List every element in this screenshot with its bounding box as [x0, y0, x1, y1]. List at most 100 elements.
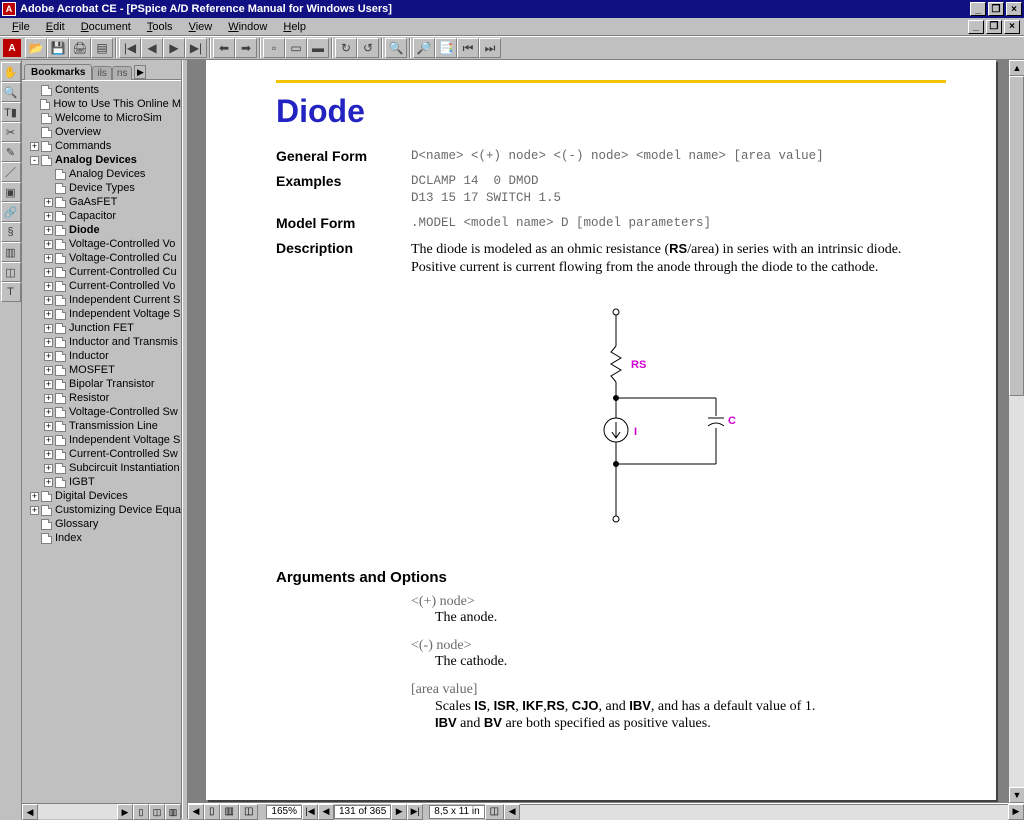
- web-results-button[interactable]: 📑: [435, 38, 457, 58]
- menu-document[interactable]: Document: [73, 20, 139, 34]
- tab-scroll-right-button[interactable]: ▶: [134, 65, 146, 79]
- layout-continuous-button[interactable]: ▥: [220, 804, 239, 820]
- bookmark-item[interactable]: +Junction FET: [24, 321, 181, 335]
- fit-width-button[interactable]: ▬: [307, 38, 329, 58]
- tab-thumbnails[interactable]: ils: [92, 66, 111, 80]
- zoom-field[interactable]: 165%: [266, 805, 302, 819]
- bookmark-item[interactable]: +Transmission Line: [24, 419, 181, 433]
- layout-single-button[interactable]: ▯: [204, 804, 220, 820]
- bookmarks-layout-1-button[interactable]: ▯: [133, 804, 149, 820]
- bookmark-item[interactable]: +Inductor and Transmis: [24, 335, 181, 349]
- tree-toggle[interactable]: +: [44, 464, 53, 473]
- zoom-tool-button[interactable]: 🔍: [1, 82, 21, 102]
- tree-toggle[interactable]: +: [44, 324, 53, 333]
- page-first-button[interactable]: |◀: [302, 804, 318, 820]
- bookmark-item[interactable]: +Bipolar Transistor: [24, 377, 181, 391]
- tree-toggle[interactable]: +: [44, 450, 53, 459]
- menu-tools[interactable]: Tools: [139, 20, 181, 34]
- tree-toggle[interactable]: +: [44, 240, 53, 249]
- note-tool-button[interactable]: ✎: [1, 142, 21, 162]
- tab-bookmarks[interactable]: Bookmarks: [24, 64, 92, 80]
- close-button[interactable]: ×: [1006, 2, 1022, 16]
- pencil-tool-button[interactable]: ／: [1, 162, 21, 182]
- tree-toggle[interactable]: +: [44, 282, 53, 291]
- hscroll-track[interactable]: [38, 804, 117, 819]
- bookmarks-layout-2-button[interactable]: ◫: [149, 804, 165, 820]
- web-prev-button[interactable]: ⏮: [457, 38, 479, 58]
- bookmark-item[interactable]: +Digital Devices: [24, 489, 181, 503]
- save-button[interactable]: 💾: [47, 38, 69, 58]
- tree-toggle[interactable]: +: [44, 422, 53, 431]
- mdi-close-button[interactable]: ×: [1004, 20, 1020, 34]
- tree-toggle[interactable]: +: [44, 436, 53, 445]
- bookmark-item[interactable]: Index: [24, 531, 181, 545]
- bookmarks-layout-3-button[interactable]: ▥: [165, 804, 181, 820]
- menu-view[interactable]: View: [181, 20, 221, 34]
- rotate-cw-button[interactable]: ↻: [335, 38, 357, 58]
- vscroll-track[interactable]: [1009, 76, 1024, 787]
- crop-tool-button[interactable]: ✂: [1, 122, 21, 142]
- bookmark-item[interactable]: Device Types: [24, 181, 181, 195]
- menu-edit[interactable]: Edit: [38, 20, 73, 34]
- open-button[interactable]: 📂: [25, 38, 47, 58]
- tree-toggle[interactable]: +: [30, 492, 39, 501]
- tree-toggle[interactable]: +: [30, 506, 39, 515]
- status-hscroll-track[interactable]: [520, 804, 1008, 820]
- page-field[interactable]: 131 of 365: [334, 805, 391, 819]
- hscroll-right-button[interactable]: ▶: [117, 804, 133, 820]
- bookmark-item[interactable]: Contents: [24, 83, 181, 97]
- vscroll-up-button[interactable]: ▲: [1009, 60, 1024, 76]
- menu-file[interactable]: File: [4, 20, 38, 34]
- bookmark-item[interactable]: +Subcircuit Instantiation: [24, 461, 181, 475]
- bookmark-item[interactable]: Analog Devices: [24, 167, 181, 181]
- bookmark-item[interactable]: +Independent Current S: [24, 293, 181, 307]
- vscroll-thumb[interactable]: [1009, 76, 1024, 396]
- bookmark-item[interactable]: +GaAsFET: [24, 195, 181, 209]
- bookmark-item[interactable]: +Independent Voltage S: [24, 307, 181, 321]
- mdi-restore-button[interactable]: ❐: [986, 20, 1002, 34]
- fit-page-button[interactable]: ▭: [285, 38, 307, 58]
- document-viewport[interactable]: Diode General Form D<name> <(+) node> <(…: [188, 60, 1008, 803]
- print-button[interactable]: 🖨: [69, 38, 91, 58]
- bookmark-item[interactable]: How to Use This Online M: [24, 97, 181, 111]
- bookmark-item[interactable]: +Current-Controlled Cu: [24, 265, 181, 279]
- maximize-button[interactable]: ❐: [988, 2, 1004, 16]
- size-units-button[interactable]: ◫: [485, 804, 504, 820]
- stamp-tool-button[interactable]: ▣: [1, 182, 21, 202]
- go-back-button[interactable]: ⬅: [213, 38, 235, 58]
- tree-toggle[interactable]: +: [44, 408, 53, 417]
- bookmark-item[interactable]: +IGBT: [24, 475, 181, 489]
- bookmark-item[interactable]: +Voltage-Controlled Sw: [24, 405, 181, 419]
- tree-toggle[interactable]: +: [44, 310, 53, 319]
- tree-toggle[interactable]: +: [44, 478, 53, 487]
- first-page-button[interactable]: |◀: [119, 38, 141, 58]
- find-button[interactable]: 🔍: [385, 38, 407, 58]
- bookmark-item[interactable]: -Analog Devices: [24, 153, 181, 167]
- web-search-button[interactable]: 🔎: [413, 38, 435, 58]
- bookmark-item[interactable]: +Voltage-Controlled Cu: [24, 251, 181, 265]
- bookmark-item[interactable]: +Independent Voltage S: [24, 433, 181, 447]
- tree-toggle[interactable]: +: [30, 142, 39, 151]
- bookmark-item[interactable]: +Current-Controlled Vo: [24, 279, 181, 293]
- mdi-minimize-button[interactable]: _: [968, 20, 984, 34]
- thread-tool-button[interactable]: §: [1, 222, 21, 242]
- tree-toggle[interactable]: +: [44, 366, 53, 375]
- tree-toggle[interactable]: +: [44, 352, 53, 361]
- bookmark-item[interactable]: +Commands: [24, 139, 181, 153]
- tree-toggle[interactable]: +: [44, 394, 53, 403]
- vertical-scrollbar[interactable]: ▲ ▼: [1008, 60, 1024, 803]
- menu-window[interactable]: Window: [220, 20, 275, 34]
- article-tool-button[interactable]: ◫: [1, 262, 21, 282]
- tree-toggle[interactable]: +: [44, 226, 53, 235]
- tree-toggle[interactable]: +: [44, 268, 53, 277]
- page-next-button[interactable]: ▶: [391, 804, 407, 820]
- page-last-button[interactable]: ▶|: [407, 804, 423, 820]
- status-hscroll-left2-button[interactable]: ◀: [504, 804, 520, 820]
- menu-help[interactable]: Help: [275, 20, 314, 34]
- form-tool-button[interactable]: ▥: [1, 242, 21, 262]
- hand-tool-button[interactable]: ✋: [1, 62, 21, 82]
- web-next-button[interactable]: ⏭: [479, 38, 501, 58]
- prev-page-button[interactable]: ◀: [141, 38, 163, 58]
- bookmark-item[interactable]: +Voltage-Controlled Vo: [24, 237, 181, 251]
- vscroll-down-button[interactable]: ▼: [1009, 787, 1024, 803]
